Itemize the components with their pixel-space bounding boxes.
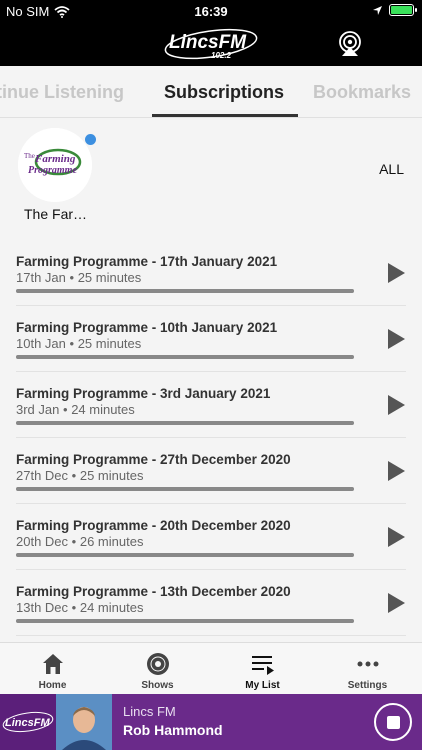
tab-bar: tinue Listening Subscriptions Bookmarks bbox=[0, 66, 422, 118]
battery-icon bbox=[389, 4, 417, 16]
svg-text:LincsFM: LincsFM bbox=[169, 32, 247, 53]
episode-row[interactable]: Farming Programme - 20th December 2020 2… bbox=[16, 504, 406, 570]
svg-text:102.2: 102.2 bbox=[211, 51, 232, 60]
nav-settings-label: Settings bbox=[347, 680, 388, 691]
episode-meta: 17th Jan • 25 minutes bbox=[16, 270, 142, 285]
playlist-icon bbox=[252, 656, 274, 675]
presenter-name: Rob Hammond bbox=[123, 722, 223, 738]
nav-my-list-label: My List bbox=[245, 680, 280, 691]
episode-progress-bar bbox=[16, 289, 354, 293]
stop-icon bbox=[387, 716, 400, 729]
episode-title: Farming Programme - 10th January 2021 bbox=[16, 320, 278, 335]
new-episode-dot bbox=[85, 134, 96, 145]
svg-text:Farming: Farming bbox=[34, 153, 76, 165]
episode-meta: 3rd Jan • 24 minutes bbox=[16, 402, 135, 417]
episode-progress-bar bbox=[16, 553, 354, 557]
episode-title: Farming Programme - 27th December 2020 bbox=[16, 452, 291, 467]
svg-text:LincsFM: LincsFM bbox=[5, 717, 50, 729]
episode-meta: 10th Jan • 25 minutes bbox=[16, 336, 142, 351]
play-icon[interactable] bbox=[386, 262, 406, 284]
episode-meta: 13th Dec • 24 minutes bbox=[16, 600, 144, 615]
play-icon[interactable] bbox=[386, 526, 406, 548]
active-tab-indicator bbox=[152, 114, 298, 117]
play-icon[interactable] bbox=[386, 592, 406, 614]
episode-row[interactable]: Farming Programme - 10th January 2021 10… bbox=[16, 306, 406, 372]
station-name: Lincs FM bbox=[123, 704, 176, 719]
status-time: 16:39 bbox=[194, 4, 228, 19]
svg-text:The: The bbox=[24, 152, 35, 160]
farming-programme-logo: The Farming Programme bbox=[18, 128, 92, 202]
svg-text:Programme: Programme bbox=[28, 165, 77, 176]
more-dots-icon bbox=[357, 661, 379, 667]
episode-row[interactable]: Farming Programme - 13th December 2020 1… bbox=[16, 570, 406, 636]
station-artwork: LincsFM bbox=[0, 694, 56, 750]
nav-my-list[interactable]: My List bbox=[210, 643, 315, 695]
play-icon[interactable] bbox=[386, 460, 406, 482]
episode-row[interactable]: Farming Programme - 3rd January 2021 3rd… bbox=[16, 372, 406, 438]
episode-title: Farming Programme - 17th January 2021 bbox=[16, 254, 278, 269]
presenter-photo bbox=[56, 694, 112, 750]
subscription-label[interactable]: The Far… bbox=[24, 206, 87, 222]
lincs-fm-mini-logo: LincsFM bbox=[2, 711, 54, 733]
episode-row[interactable]: Farming Programme - 17th January 2021 17… bbox=[16, 240, 406, 306]
tab-subscriptions[interactable]: Subscriptions bbox=[164, 82, 284, 103]
top-bar: No SIM 16:39 LincsFM 102.2 bbox=[0, 0, 422, 66]
episode-progress-bar bbox=[16, 421, 354, 425]
bottom-nav: Home Shows My List Settings bbox=[0, 642, 422, 694]
play-icon[interactable] bbox=[386, 394, 406, 416]
nav-shows[interactable]: Shows bbox=[105, 643, 210, 695]
all-button[interactable]: ALL bbox=[379, 161, 404, 177]
episode-progress-bar bbox=[16, 355, 354, 359]
lincs-fm-logo: LincsFM 102.2 bbox=[164, 28, 258, 60]
episode-title: Farming Programme - 20th December 2020 bbox=[16, 518, 291, 533]
nav-settings[interactable]: Settings bbox=[315, 643, 420, 695]
home-icon bbox=[43, 654, 63, 674]
tab-continue-listening[interactable]: tinue Listening bbox=[0, 82, 124, 103]
episode-title: Farming Programme - 3rd January 2021 bbox=[16, 386, 271, 401]
episode-progress-bar bbox=[16, 487, 354, 491]
now-playing-bar[interactable]: LincsFM Lincs FM Rob Hammond bbox=[0, 694, 422, 750]
episode-title: Farming Programme - 13th December 2020 bbox=[16, 584, 291, 599]
nav-home-label: Home bbox=[38, 680, 67, 691]
nav-shows-label: Shows bbox=[141, 680, 174, 691]
disc-icon bbox=[147, 653, 169, 675]
presenter-avatar bbox=[56, 694, 112, 750]
nav-home[interactable]: Home bbox=[0, 643, 105, 695]
episode-row[interactable]: Farming Programme - 27th December 2020 2… bbox=[16, 438, 406, 504]
tab-bookmarks[interactable]: Bookmarks bbox=[313, 82, 411, 103]
subscription-farming-programme[interactable]: The Farming Programme bbox=[18, 128, 96, 202]
episode-list: Farming Programme - 17th January 2021 17… bbox=[0, 240, 422, 636]
episode-progress-bar bbox=[16, 619, 354, 623]
status-bar: No SIM 16:39 bbox=[0, 0, 422, 22]
stop-button[interactable] bbox=[374, 703, 412, 741]
episode-meta: 27th Dec • 25 minutes bbox=[16, 468, 144, 483]
play-icon[interactable] bbox=[386, 328, 406, 350]
episode-meta: 20th Dec • 26 minutes bbox=[16, 534, 144, 549]
location-arrow-icon bbox=[373, 5, 382, 15]
airplay-icon[interactable] bbox=[336, 30, 364, 58]
